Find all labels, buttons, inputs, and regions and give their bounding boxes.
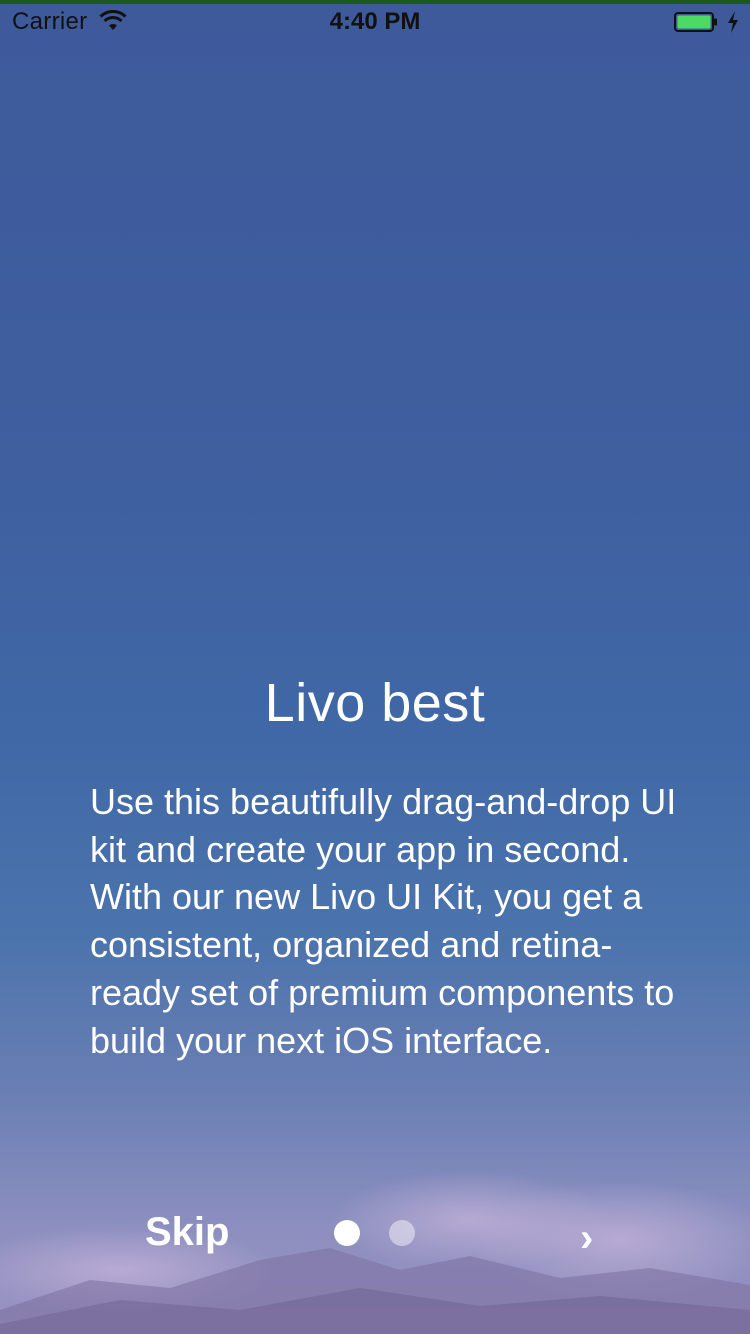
status-time: 4:40 PM xyxy=(329,8,421,35)
onboarding-description: Use this beautifully drag-and-drop UI ki… xyxy=(90,781,677,1061)
page-dot-active[interactable] xyxy=(334,1220,360,1246)
status-bar: Carrier 4:40 PM xyxy=(0,4,750,40)
charging-bolt-icon xyxy=(728,11,738,33)
onboarding-title: Livo best xyxy=(264,673,486,733)
skip-button[interactable]: Skip xyxy=(145,1210,229,1255)
next-button[interactable]: › xyxy=(580,1216,593,1261)
clouds-mountain-background xyxy=(0,1170,750,1334)
page-dot-inactive[interactable] xyxy=(389,1220,415,1246)
battery-charging-icon xyxy=(674,12,717,32)
